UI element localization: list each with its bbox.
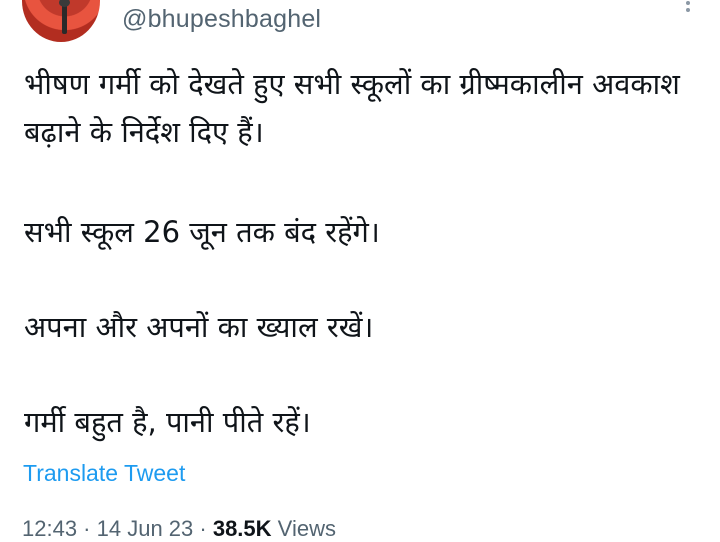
tweet-paragraph: भीषण गर्मी को देखते हुए सभी स्कूलों का ग… [24,67,680,149]
views-label: Views [277,516,336,541]
user-handle[interactable]: @bhupeshbaghel [122,5,321,34]
tweet-header: @bhupeshbaghel [0,0,720,52]
views-count[interactable]: 38.5K [213,516,272,541]
tweet-paragraph: गर्मी बहुत है, पानी पीते रहें। [24,405,311,439]
more-vertical-icon[interactable] [686,0,690,12]
tweet-meta: 12:43 · 14 Jun 23 · 38.5K Views [22,516,336,542]
tweet-date[interactable]: 14 Jun 23 [97,516,194,541]
translate-tweet-link[interactable]: Translate Tweet [23,460,185,487]
tweet-paragraph: अपना और अपनों का ख्याल रखें। [24,310,374,344]
tweet-paragraph: सभी स्कूल 26 जून तक बंद रहेंगे। [24,215,380,249]
tweet-time[interactable]: 12:43 [22,516,77,541]
avatar[interactable] [22,0,100,42]
microphone-icon [59,0,70,34]
meta-separator: · [77,516,97,541]
meta-separator: · [193,516,213,541]
